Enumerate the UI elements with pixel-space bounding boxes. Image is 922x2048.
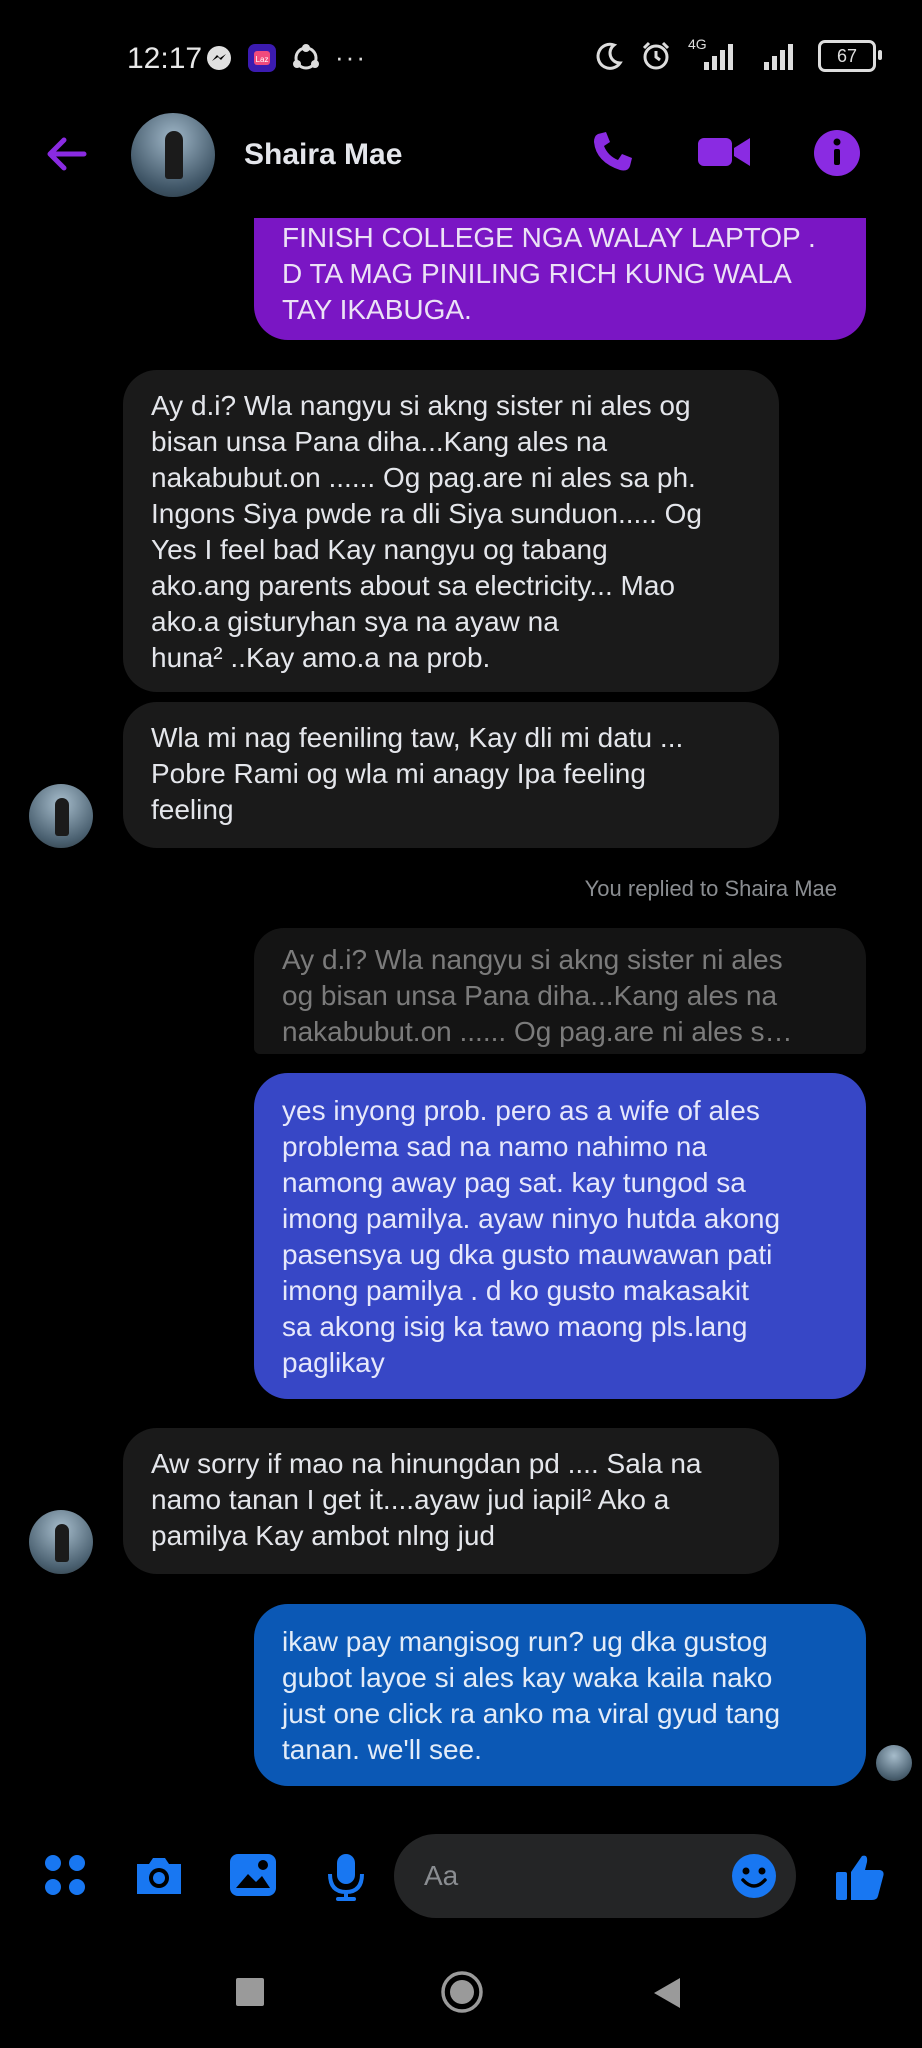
message-bubble-outgoing[interactable]: yes inyong prob. pero as a wife of ales …: [254, 1073, 866, 1399]
message-line: nakabubut.on ...... Og pag.are ni ales s…: [151, 462, 696, 493]
message-line: imong pamilya . d ko gusto makasakit: [282, 1275, 749, 1306]
messenger-icon: [207, 45, 231, 70]
info-icon[interactable]: [812, 128, 862, 178]
message-bubble-outgoing[interactable]: ikaw pay mangisog run? ug dka gustog gub…: [254, 1604, 866, 1786]
notification-icons: Laz ···: [205, 42, 367, 73]
message-line: huna² ..Kay amo.a na prob.: [151, 642, 491, 673]
sender-avatar[interactable]: [29, 1510, 93, 1574]
quoted-line: og bisan unsa Pana diha...Kang ales na: [282, 980, 778, 1011]
message-line: Ingons Siya pwde ra dli Siya sunduon....…: [151, 498, 702, 529]
recents-icon[interactable]: [234, 1976, 266, 2008]
signal-icon: [764, 44, 793, 70]
quoted-message[interactable]: Ay d.i? Wla nangyu si akng sister ni ale…: [254, 928, 866, 1054]
message-line: ako.a gisturyhan sya na ayaw na: [151, 606, 559, 637]
quoted-line: nakabubut.on ...... Og pag.are ni ales s…: [282, 1016, 793, 1047]
phone-icon[interactable]: [588, 128, 636, 176]
message-line: TAY IKABUGA.: [282, 294, 472, 325]
gallery-icon[interactable]: [228, 1852, 278, 1898]
message-input-box[interactable]: [394, 1834, 796, 1918]
message-line: FINISH COLLEGE NGA WALAY LAPTOP .: [282, 222, 816, 253]
lazada-icon: Laz: [248, 43, 276, 72]
sender-avatar[interactable]: [29, 784, 93, 848]
message-line: sa akong isig ka tawo maong pls.lang: [282, 1311, 748, 1342]
quoted-line: Ay d.i? Wla nangyu si akng sister ni ale…: [282, 944, 783, 975]
alarm-icon: [642, 41, 670, 70]
signal-4g: 4G: [688, 36, 744, 72]
apps-icon[interactable]: [42, 1852, 88, 1898]
status-bar: 12:17 Laz ··· 4G 67: [0, 0, 922, 120]
message-line: namo tanan I get it....ayaw jud iapil² A…: [151, 1484, 670, 1515]
message-line: Yes I feel bad Kay nangyu og tabang: [151, 534, 608, 565]
contact-name[interactable]: Shaira Mae: [244, 138, 402, 172]
message-bubble-incoming[interactable]: Aw sorry if mao na hinungdan pd .... Sal…: [123, 1428, 779, 1574]
message-line: pamilya Kay ambot nlng jud: [151, 1520, 495, 1551]
message-line: feeling: [151, 794, 234, 825]
system-icons: 4G 67: [594, 36, 882, 72]
message-bubble-incoming[interactable]: Ay d.i? Wla nangyu si akng sister ni ale…: [123, 370, 779, 692]
message-line: problema sad na namo nahimo na: [282, 1131, 707, 1162]
message-composer: [0, 1830, 922, 1930]
message-line: just one click ra anko ma viral gyud tan…: [282, 1698, 781, 1729]
message-bubble-outgoing[interactable]: FINISH COLLEGE NGA WALAY LAPTOP . D TA M…: [254, 218, 866, 340]
mic-icon[interactable]: [324, 1852, 368, 1902]
message-bubble-incoming[interactable]: Wla mi nag feeniling taw, Kay dli mi dat…: [123, 702, 779, 848]
message-line: Pobre Rami og wla mi anagy Ipa feeling: [151, 758, 646, 789]
read-receipt-avatar: [876, 1745, 912, 1781]
message-line: Ay d.i? Wla nangyu si akng sister ni ale…: [151, 390, 691, 421]
message-line: Aw sorry if mao na hinungdan pd .... Sal…: [151, 1448, 702, 1479]
message-line: pasensya ug dka gusto mauwawan pati: [282, 1239, 773, 1270]
moon-icon: [596, 42, 623, 70]
message-line: ikaw pay mangisog run? ug dka gustog: [282, 1626, 768, 1657]
message-line: imong pamilya. ayaw ninyo hutda akong: [282, 1203, 781, 1234]
thumbs-up-icon[interactable]: [834, 1852, 886, 1902]
overflow-dots: ···: [335, 42, 367, 72]
status-time: 12:17: [127, 42, 203, 75]
battery-indicator: 67: [818, 40, 882, 72]
message-line: gubot layoe si ales kay waka kaila nako: [282, 1662, 773, 1693]
message-line: paglikay: [282, 1347, 385, 1378]
nav-back-icon[interactable]: [650, 1976, 684, 2010]
message-line: tanan. we'll see.: [282, 1734, 482, 1765]
svg-text:Laz: Laz: [256, 55, 269, 64]
message-line: ako.ang parents about sa electricity... …: [151, 570, 675, 601]
message-input[interactable]: [422, 1854, 716, 1898]
message-line: Wla mi nag feeniling taw, Kay dli mi dat…: [151, 722, 684, 753]
app-icon: [293, 43, 319, 69]
system-nav-bar: [0, 1960, 922, 2048]
battery-level: 67: [836, 45, 858, 66]
conversation-header: Shaira Mae: [0, 110, 922, 210]
emoji-icon[interactable]: [730, 1852, 778, 1900]
message-line: D TA MAG PINILING RICH KUNG WALA: [282, 258, 792, 289]
back-arrow-icon[interactable]: [40, 128, 92, 180]
contact-avatar[interactable]: [131, 113, 215, 197]
message-line: bisan unsa Pana diha...Kang ales na: [151, 426, 608, 457]
home-icon[interactable]: [440, 1970, 484, 2014]
message-line: yes inyong prob. pero as a wife of ales: [282, 1095, 760, 1126]
reply-label: You replied to Shaira Mae: [584, 876, 837, 901]
camera-icon[interactable]: [133, 1852, 185, 1898]
message-line: namong away pag sat. kay tungod sa: [282, 1167, 746, 1198]
signal-icon: [704, 44, 733, 70]
video-icon[interactable]: [696, 128, 752, 176]
